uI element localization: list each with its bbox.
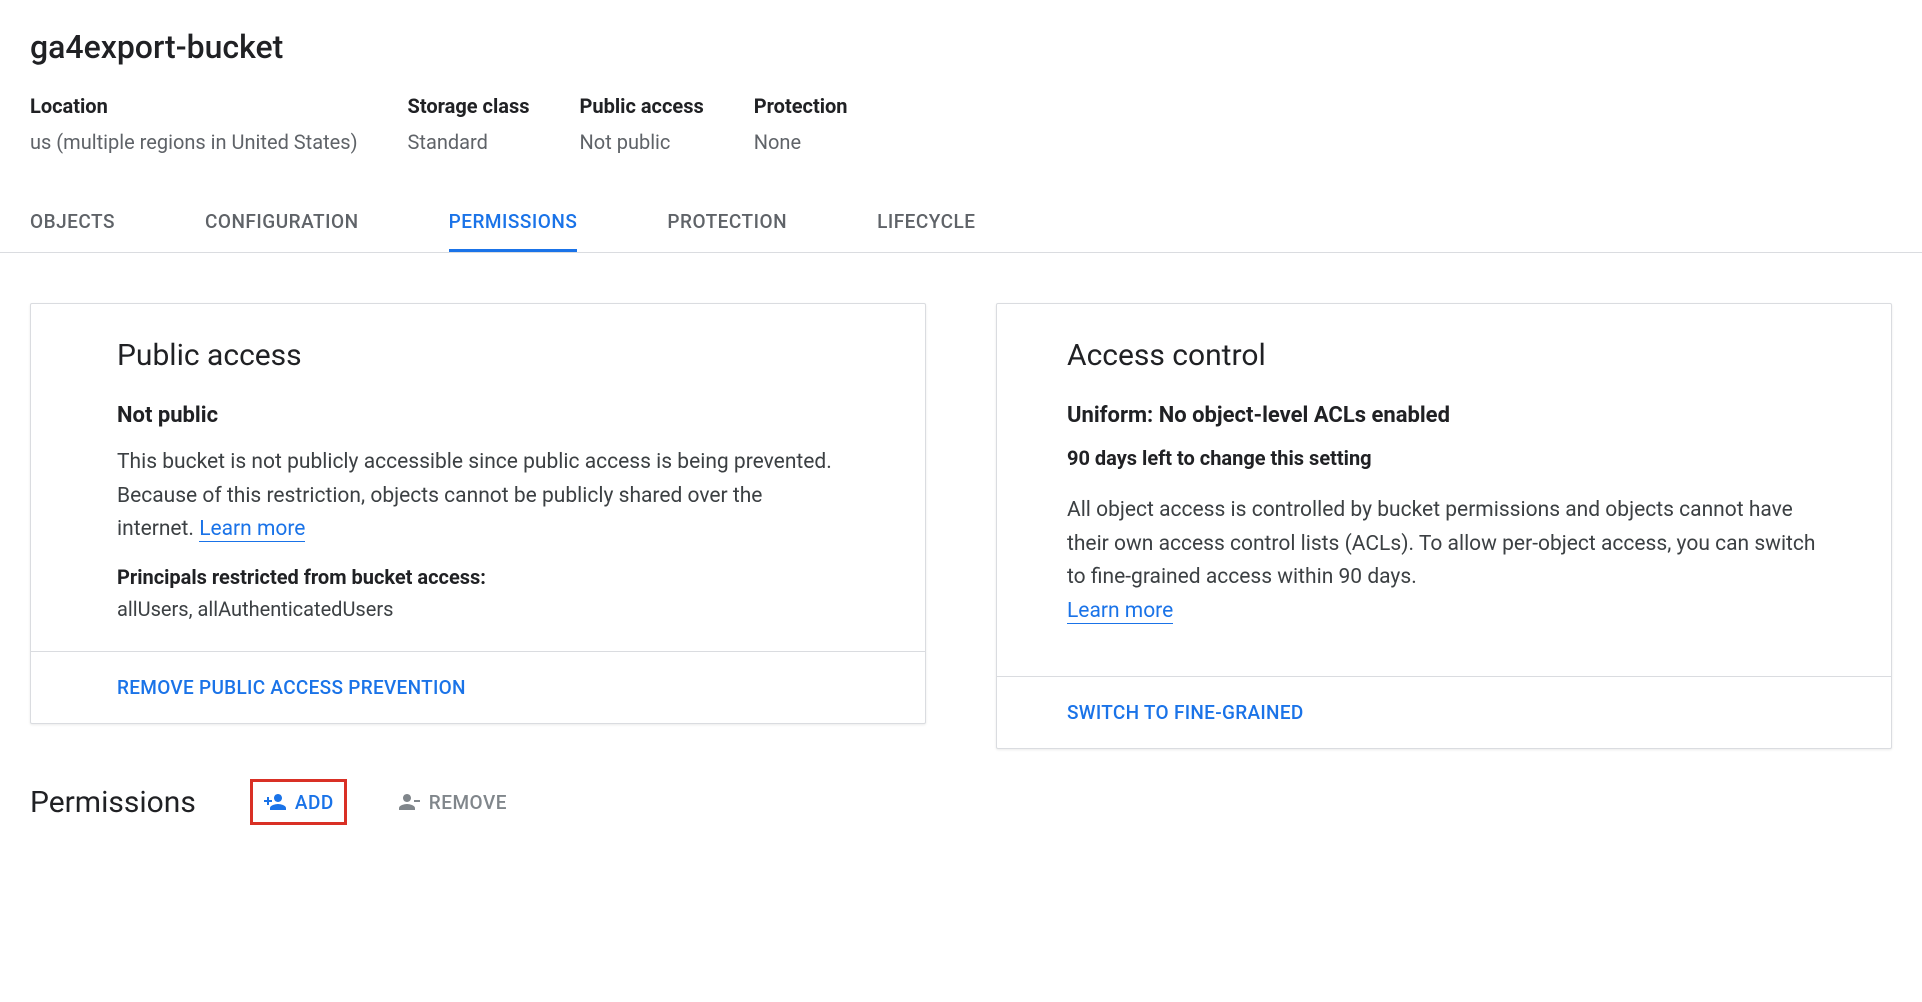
meta-location-value: us (multiple regions in United States) bbox=[30, 130, 358, 154]
access-control-learn-more-link[interactable]: Learn more bbox=[1067, 599, 1173, 624]
restricted-principals-value: allUsers, allAuthenticatedUsers bbox=[117, 597, 839, 621]
bucket-meta-row: Location us (multiple regions in United … bbox=[30, 94, 1892, 154]
access-control-description: All object access is controlled by bucke… bbox=[1067, 494, 1821, 628]
person-add-icon bbox=[263, 790, 287, 814]
public-access-learn-more-link[interactable]: Learn more bbox=[199, 517, 305, 542]
restricted-principals-label: Principals restricted from bucket access… bbox=[117, 565, 839, 589]
public-access-status: Not public bbox=[117, 403, 839, 428]
tab-permissions[interactable]: PERMISSIONS bbox=[449, 194, 578, 252]
meta-protection: Protection None bbox=[754, 94, 848, 154]
public-access-title: Public access bbox=[117, 338, 839, 373]
bucket-title: ga4export-bucket bbox=[30, 28, 1892, 66]
access-control-days-left: 90 days left to change this setting bbox=[1067, 446, 1821, 470]
meta-public-access: Public access Not public bbox=[580, 94, 704, 154]
meta-protection-value: None bbox=[754, 130, 848, 154]
access-control-subtitle: Uniform: No object-level ACLs enabled bbox=[1067, 403, 1821, 428]
tab-objects[interactable]: OBJECTS bbox=[30, 194, 115, 252]
tabs: OBJECTS CONFIGURATION PERMISSIONS PROTEC… bbox=[0, 194, 1922, 253]
add-permission-label: ADD bbox=[295, 791, 334, 814]
meta-location: Location us (multiple regions in United … bbox=[30, 94, 358, 154]
meta-storage-class: Storage class Standard bbox=[408, 94, 530, 154]
tab-configuration[interactable]: CONFIGURATION bbox=[205, 194, 359, 252]
meta-public-access-value: Not public bbox=[580, 130, 704, 154]
public-access-card: Public access Not public This bucket is … bbox=[30, 303, 926, 724]
meta-storage-class-value: Standard bbox=[408, 130, 530, 154]
tab-lifecycle[interactable]: LIFECYCLE bbox=[877, 194, 975, 252]
meta-storage-class-label: Storage class bbox=[408, 94, 530, 118]
remove-permission-label: REMOVE bbox=[429, 791, 507, 814]
meta-protection-label: Protection bbox=[754, 94, 848, 118]
access-control-card: Access control Uniform: No object-level … bbox=[996, 303, 1892, 749]
remove-public-access-prevention-button[interactable]: REMOVE PUBLIC ACCESS PREVENTION bbox=[117, 676, 466, 699]
switch-to-fine-grained-button[interactable]: SWITCH TO FINE-GRAINED bbox=[1067, 701, 1304, 724]
permissions-title: Permissions bbox=[30, 785, 196, 820]
person-remove-icon bbox=[397, 790, 421, 814]
meta-location-label: Location bbox=[30, 94, 358, 118]
remove-permission-button[interactable]: REMOVE bbox=[387, 782, 517, 822]
add-permission-button[interactable]: ADD bbox=[250, 779, 347, 825]
public-access-description: This bucket is not publicly accessible s… bbox=[117, 446, 839, 547]
access-control-description-text: All object access is controlled by bucke… bbox=[1067, 498, 1815, 589]
meta-public-access-label: Public access bbox=[580, 94, 704, 118]
tab-protection[interactable]: PROTECTION bbox=[667, 194, 787, 252]
access-control-title: Access control bbox=[1067, 338, 1821, 373]
